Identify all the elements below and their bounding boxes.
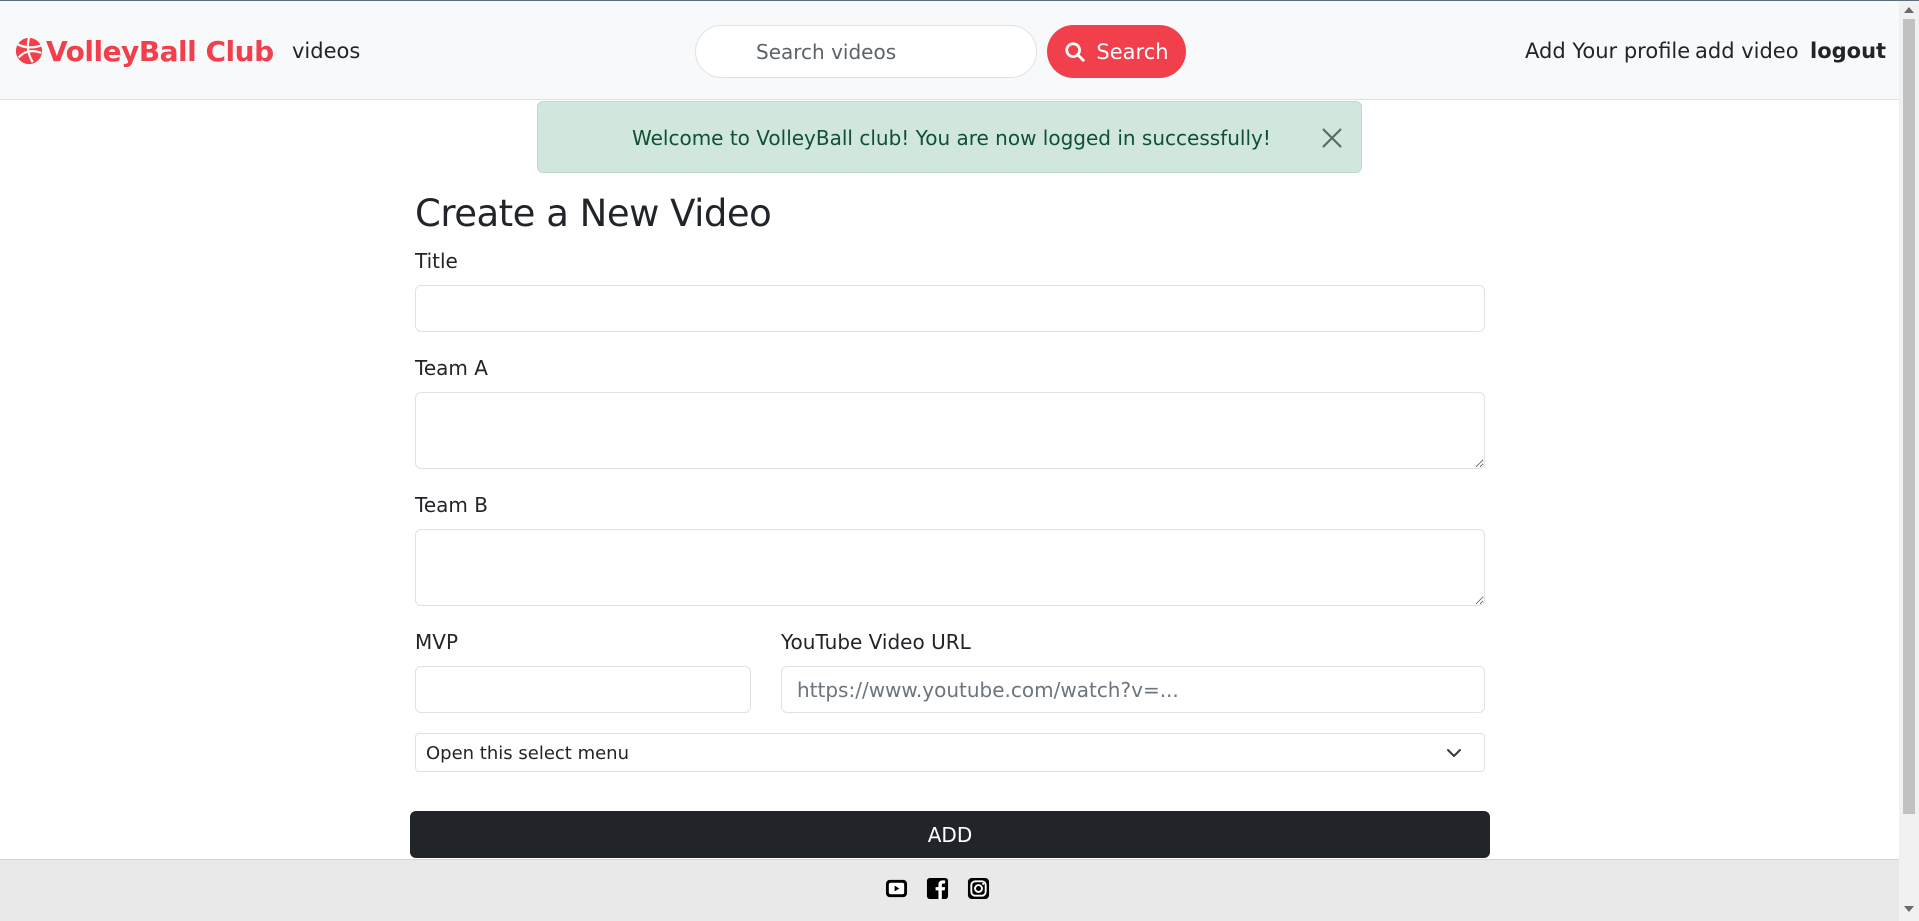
nav-logout-link[interactable]: logout — [1810, 39, 1886, 63]
team-a-textarea[interactable] — [415, 392, 1485, 469]
page-scrollbar[interactable] — [1899, 1, 1919, 921]
title-label: Title — [415, 249, 458, 273]
page-title: Create a New Video — [415, 192, 772, 235]
nav-videos-link[interactable]: videos — [292, 39, 360, 63]
youtube-url-label: YouTube Video URL — [781, 630, 971, 654]
team-b-textarea[interactable] — [415, 529, 1485, 606]
nav-add-video-link[interactable]: add video — [1695, 39, 1799, 63]
success-alert: Welcome to VolleyBall club! You are now … — [537, 101, 1362, 173]
close-icon[interactable] — [1320, 126, 1344, 150]
team-a-label: Team A — [415, 356, 488, 380]
facebook-icon[interactable] — [926, 877, 949, 900]
footer — [0, 859, 1899, 921]
team-b-label: Team B — [415, 493, 488, 517]
instagram-icon[interactable] — [967, 877, 990, 900]
scroll-up-arrow-icon[interactable] — [1904, 7, 1914, 13]
alert-message: Welcome to VolleyBall club! You are now … — [632, 126, 1271, 150]
nav-add-profile-link[interactable]: Add Your profile — [1525, 39, 1690, 63]
category-select[interactable]: Open this select menu — [415, 733, 1485, 772]
select-value: Open this select menu — [426, 743, 629, 764]
youtube-url-input[interactable] — [781, 666, 1485, 713]
volleyball-icon — [15, 37, 43, 65]
mvp-label: MVP — [415, 630, 458, 654]
search-button[interactable]: Search — [1047, 25, 1186, 78]
social-links — [885, 877, 990, 900]
brand-logo-link[interactable]: VolleyBall Club — [14, 31, 274, 71]
search-input[interactable] — [695, 25, 1037, 78]
search-button-label: Search — [1096, 39, 1169, 64]
title-input[interactable] — [415, 285, 1485, 332]
mvp-input[interactable] — [415, 666, 751, 713]
add-button[interactable]: ADD — [410, 811, 1490, 858]
scroll-down-arrow-icon[interactable] — [1904, 906, 1914, 912]
youtube-icon[interactable] — [885, 877, 908, 900]
navbar: VolleyBall Club videos Search Add Your p… — [0, 1, 1899, 100]
search-icon — [1065, 41, 1086, 62]
chevron-down-icon — [1447, 749, 1461, 757]
brand-name: VolleyBall Club — [46, 34, 274, 68]
scrollbar-thumb[interactable] — [1903, 19, 1915, 814]
